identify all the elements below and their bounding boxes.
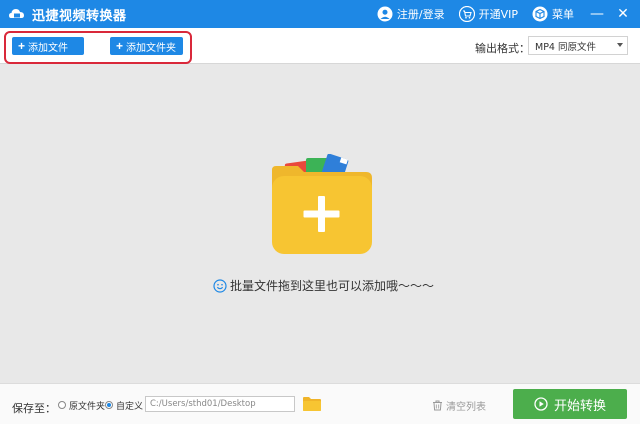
- start-convert-label: 开始转换: [553, 397, 606, 413]
- file-drop-area[interactable]: 批量文件拖到这里也可以添加哦～～～: [0, 64, 640, 383]
- minimize-button[interactable]: —: [588, 0, 606, 28]
- radio-custom[interactable]: [105, 401, 113, 409]
- clear-list-label: 清空列表: [446, 402, 486, 413]
- toolbar: + 添加文件 + 添加文件夹 输出格式： MP4 同原文件: [0, 28, 640, 64]
- register-login-button[interactable]: 注册/登录: [377, 0, 445, 28]
- drop-hint-text: 批量文件拖到这里也可以添加哦～～～: [230, 279, 435, 293]
- output-format-select[interactable]: MP4 同原文件: [528, 36, 628, 55]
- cart-icon: [458, 5, 475, 23]
- close-button[interactable]: ✕: [614, 0, 632, 28]
- add-folder-icon[interactable]: [268, 153, 378, 259]
- plus-icon: +: [116, 39, 124, 53]
- radio-original-folder[interactable]: [58, 401, 66, 409]
- output-format-label: 输出格式：: [475, 42, 530, 55]
- play-circle-icon: [534, 397, 548, 411]
- menu-label: 菜单: [552, 8, 574, 21]
- browse-folder-icon[interactable]: [302, 396, 322, 412]
- save-to-label: 保存至：: [12, 402, 56, 415]
- cube-icon: [532, 6, 548, 22]
- user-icon: [377, 6, 393, 22]
- radio-original-label[interactable]: 原文件夹: [69, 399, 105, 412]
- open-vip-label: 开通VIP: [478, 8, 518, 21]
- register-login-label: 注册/登录: [396, 8, 445, 21]
- add-file-label: 添加文件: [28, 42, 69, 54]
- app-title: 迅捷视频转换器: [32, 8, 127, 24]
- clear-list-button[interactable]: 清空列表: [432, 398, 486, 413]
- add-file-button[interactable]: + 添加文件: [12, 37, 84, 55]
- plus-icon: +: [18, 39, 26, 53]
- dropdown-arrow-icon: [617, 43, 623, 47]
- app-logo-icon: [8, 5, 26, 23]
- open-vip-button[interactable]: 开通VIP: [458, 0, 518, 28]
- add-folder-label: 添加文件夹: [126, 42, 177, 54]
- output-format-value: MP4 同原文件: [535, 41, 596, 53]
- smile-icon: [213, 278, 227, 293]
- start-convert-button[interactable]: 开始转换: [513, 389, 627, 419]
- title-bar: 迅捷视频转换器 注册/登录 开通VIP 菜单 — ✕: [0, 0, 640, 28]
- bottom-bar: 保存至： 原文件夹 自定义 清空列表 开始转换: [0, 383, 640, 424]
- menu-button[interactable]: 菜单: [532, 0, 574, 28]
- add-folder-button[interactable]: + 添加文件夹: [110, 37, 183, 55]
- radio-custom-label[interactable]: 自定义: [116, 399, 143, 412]
- drop-hint: 批量文件拖到这里也可以添加哦～～～: [213, 277, 434, 294]
- trash-icon: [432, 400, 443, 411]
- save-path-input[interactable]: [145, 396, 295, 412]
